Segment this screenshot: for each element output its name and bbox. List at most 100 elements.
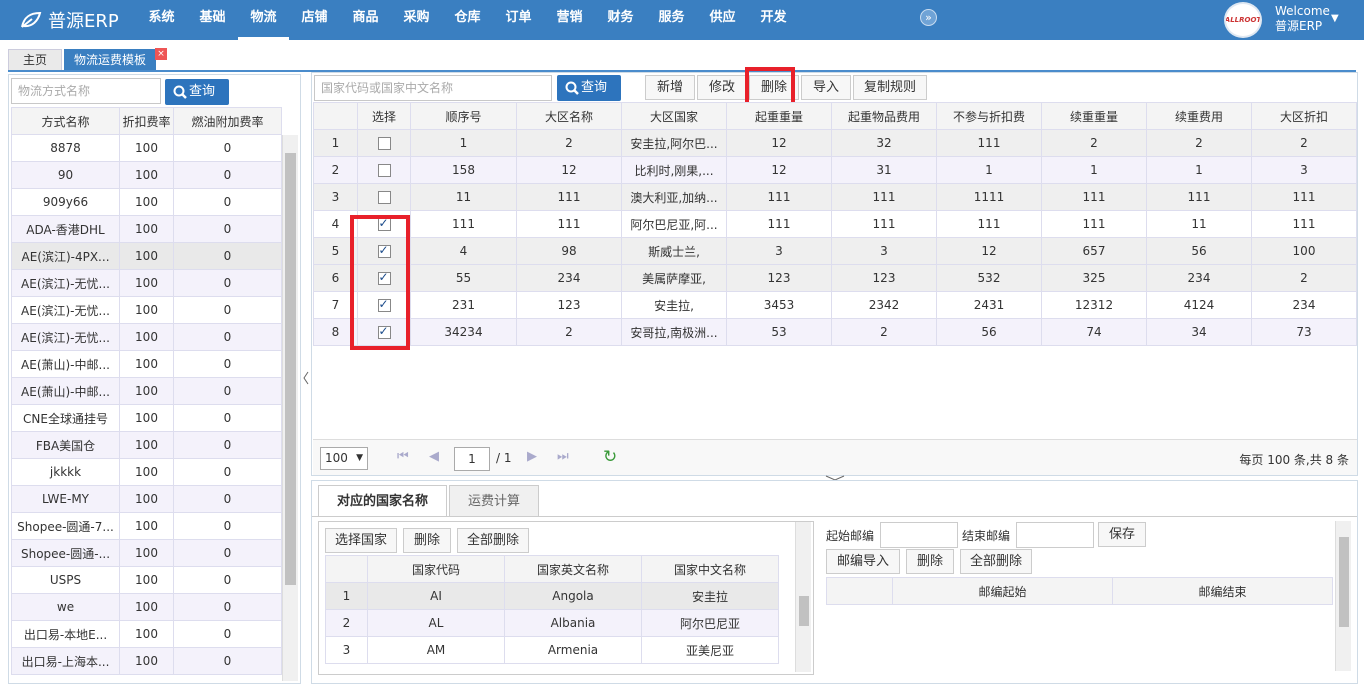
nav-item-0[interactable]: 系统 [136,0,187,40]
row-checkbox[interactable] [377,191,391,204]
table-row[interactable]: 出口易-本地E... 100 0 [11,620,282,648]
select-country-button[interactable]: 选择国家 [325,528,397,553]
col-header-8[interactable]: 续重费用 [1146,102,1252,130]
table-row[interactable]: USPS 100 0 [11,566,282,594]
table-row[interactable]: CNE全球通挂号 100 0 [11,404,282,432]
avatar[interactable]: ALLROOT [1224,2,1262,38]
table-row[interactable]: we 100 0 [11,593,282,621]
close-tab-icon[interactable]: × [155,48,167,60]
zip-import-button[interactable]: 邮编导入 [826,549,900,574]
left-query-button[interactable]: 查询 [165,79,229,105]
table-row[interactable]: AE(萧山)-中邮... 100 0 [11,350,282,378]
left-scrollbar[interactable] [282,135,298,681]
col-zip-end[interactable]: 邮编结束 [1112,577,1333,605]
col-header-0[interactable]: 选择 [357,102,411,130]
user-menu-caret-icon[interactable]: ▼ [1331,13,1339,24]
table-row[interactable]: 2 158 12 比利时,刚果,... 12 31 1 1 1 3 [313,156,1357,184]
table-row[interactable]: 8878 100 0 [11,134,282,162]
col-method-name[interactable]: 方式名称 [11,107,120,135]
row-checkbox[interactable] [377,164,391,177]
col-header-4[interactable]: 起重重量 [726,102,832,130]
zip-delete-all-button[interactable]: 全部删除 [960,549,1032,574]
country-scrollbar-thumb[interactable] [799,596,809,626]
panel-splitter[interactable] [302,74,310,684]
user-info[interactable]: Welcome 普源ERP [1275,4,1330,34]
col-header-5[interactable]: 起重物品费用 [831,102,937,130]
add-button[interactable]: 新增 [645,75,695,100]
table-row[interactable]: 7231123安圭拉,345323422431123124124234 [313,291,1357,319]
table-row[interactable]: AE(滨江)-4PX... 100 0 [11,242,282,270]
zip-end-input[interactable] [1016,522,1094,548]
tab-home[interactable]: 主页 [8,49,62,70]
page-size-select[interactable]: 100 ▼ [320,447,368,470]
table-row[interactable]: AE(滨江)-无忧... 100 0 [11,323,282,351]
col-country-en[interactable]: 国家英文名称 [504,555,642,583]
table-row[interactable]: ADA-香港DHL 100 0 [11,215,282,243]
prev-page-icon[interactable]: ◀ [429,449,439,464]
table-row[interactable]: 出口易-上海本... 100 0 [11,647,282,675]
app-logo[interactable]: 普源ERP [20,8,119,32]
last-page-icon[interactable]: ⏭ [557,449,569,464]
tab-freight-calc[interactable]: 运费计算 [449,485,540,516]
row-checkbox[interactable] [377,137,391,150]
tab-country-names[interactable]: 对应的国家名称 [318,485,448,516]
col-fuel-surcharge[interactable]: 燃油附加费率 [173,107,282,135]
table-row[interactable]: AE(萧山)-中邮... 100 0 [11,377,282,405]
nav-item-8[interactable]: 营销 [544,0,595,40]
page-number-input[interactable]: 1 [454,447,490,471]
table-row[interactable]: LWE-MY 100 0 [11,485,282,513]
country-search-input[interactable]: 国家代码或国家中文名称 [314,75,552,101]
table-row[interactable]: 909y66 100 0 [11,188,282,216]
col-header-2[interactable]: 大区名称 [516,102,622,130]
table-row[interactable]: 3 11 111 澳大利亚,加纳... 111 111 1111 111 111 111 [313,183,1357,211]
col-header-1[interactable]: 顺序号 [410,102,517,130]
left-scrollbar-thumb[interactable] [285,153,296,585]
import-button[interactable]: 导入 [801,75,851,100]
table-row[interactable]: Shopee-圆通-7... 100 0 [11,512,282,540]
table-row[interactable]: 90 100 0 [11,161,282,189]
nav-item-5[interactable]: 采购 [391,0,442,40]
table-row[interactable]: Shopee-圆通-... 100 0 [11,539,282,567]
first-page-icon[interactable]: ⏮ [397,449,409,464]
nav-item-3[interactable]: 店铺 [289,0,340,40]
table-row[interactable]: 2 AL Albania 阿尔巴尼亚 [325,609,779,637]
col-header-7[interactable]: 续重重量 [1041,102,1147,130]
zip-start-input[interactable] [880,522,958,548]
right-query-button[interactable]: 查询 [557,75,621,101]
nav-item-10[interactable]: 服务 [646,0,697,40]
table-row[interactable]: jkkkk 100 0 [11,458,282,486]
nav-item-7[interactable]: 订单 [493,0,544,40]
nav-item-4[interactable]: 商品 [340,0,391,40]
table-row[interactable]: AE(滨江)-无忧... 100 0 [11,296,282,324]
table-row[interactable]: 4111111阿尔巴尼亚,阿...11111111111111111 [313,210,1357,238]
zip-delete-button[interactable]: 删除 [906,549,954,574]
tab-freight-template[interactable]: 物流运费模板 [64,49,156,70]
table-row[interactable]: 8342342安哥拉,南极洲...53256743473 [313,318,1357,346]
table-row[interactable]: FBA美国仓 100 0 [11,431,282,459]
nav-item-11[interactable]: 供应 [697,0,748,40]
country-delete-button[interactable]: 删除 [403,528,451,553]
country-scrollbar[interactable] [795,522,811,672]
col-discount-rate[interactable]: 折扣费率 [119,107,174,135]
table-row[interactable]: 5498斯威士兰,331265756100 [313,237,1357,265]
zip-scrollbar-thumb[interactable] [1339,537,1349,627]
col-country-cn[interactable]: 国家中文名称 [641,555,779,583]
refresh-icon[interactable]: ↻ [603,447,617,467]
table-row[interactable]: 1 AI Angola 安圭拉 [325,582,779,610]
col-zip-start[interactable]: 邮编起始 [892,577,1113,605]
nav-item-1[interactable]: 基础 [187,0,238,40]
nav-item-12[interactable]: 开发 [748,0,799,40]
copy-rule-button[interactable]: 复制规则 [853,75,927,100]
col-country-code[interactable]: 国家代码 [367,555,505,583]
nav-item-2[interactable]: 物流 [238,0,289,40]
next-page-icon[interactable]: ▶ [527,449,537,464]
col-header-9[interactable]: 大区折扣 [1251,102,1357,130]
table-row[interactable]: 3 AM Armenia 亚美尼亚 [325,636,779,664]
edit-button[interactable]: 修改 [697,75,747,100]
col-header-3[interactable]: 大区国家 [621,102,727,130]
table-row[interactable]: AE(滨江)-无忧... 100 0 [11,269,282,297]
nav-item-6[interactable]: 仓库 [442,0,493,40]
collapse-nav-icon[interactable]: » [920,9,937,26]
nav-item-9[interactable]: 财务 [595,0,646,40]
col-header-6[interactable]: 不参与折扣费 [936,102,1042,130]
